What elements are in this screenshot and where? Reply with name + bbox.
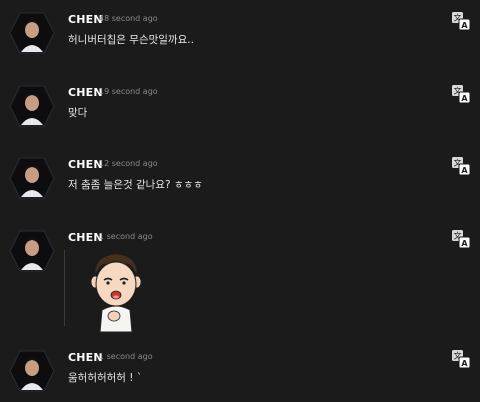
message-text: 허니버터칩은 무슨맛일까요.. [68, 34, 194, 46]
translate-button[interactable]: 文 A [452, 230, 471, 249]
avatar[interactable] [9, 230, 55, 272]
avatar[interactable] [9, 350, 55, 392]
message-text: 움허허허허허 ! ` [68, 372, 143, 384]
hexagon-avatar-icon [9, 230, 55, 272]
hexagon-avatar-icon [9, 350, 55, 392]
svg-text:A: A [461, 166, 468, 175]
avatar[interactable] [9, 85, 55, 127]
timestamp: 1 second ago [99, 232, 153, 241]
message-feed: CHEN 48 second ago 허니버터칩은 무슨맛일까요.. 文 A C… [0, 0, 480, 402]
svg-text:A: A [461, 239, 468, 248]
timestamp: 19 second ago [99, 87, 158, 96]
avatar[interactable] [9, 12, 55, 54]
avatar[interactable] [9, 157, 55, 199]
translate-button[interactable]: 文 A [452, 157, 471, 176]
thread-line [64, 250, 65, 326]
translate-icon: 文 A [452, 350, 471, 369]
translate-icon: 文 A [452, 157, 471, 176]
author-name[interactable]: CHEN [68, 351, 103, 364]
timestamp: 48 second ago [99, 14, 158, 23]
author-name[interactable]: CHEN [68, 158, 103, 171]
cartoon-face-sticker-icon [90, 253, 142, 333]
timestamp: 1 second ago [99, 352, 153, 361]
timestamp: 12 second ago [99, 159, 158, 168]
translate-button[interactable]: 文 A [452, 350, 471, 369]
author-name[interactable]: CHEN [68, 231, 103, 244]
hexagon-avatar-icon [9, 12, 55, 54]
hexagon-avatar-icon [9, 85, 55, 127]
svg-text:A: A [461, 21, 468, 30]
translate-icon: 文 A [452, 85, 471, 104]
author-name[interactable]: CHEN [68, 86, 103, 99]
svg-text:A: A [461, 359, 468, 368]
translate-button[interactable]: 文 A [452, 85, 471, 104]
sticker-image[interactable] [86, 250, 146, 333]
svg-text:A: A [461, 94, 468, 103]
hexagon-avatar-icon [9, 157, 55, 199]
message-text: 맞다 [68, 107, 88, 119]
translate-button[interactable]: 文 A [452, 12, 471, 31]
translate-icon: 文 A [452, 12, 471, 31]
message-text: 저 춤좀 늘은것 같나요? ㅎㅎㅎ [68, 179, 203, 191]
translate-icon: 文 A [452, 230, 471, 249]
author-name[interactable]: CHEN [68, 13, 103, 26]
